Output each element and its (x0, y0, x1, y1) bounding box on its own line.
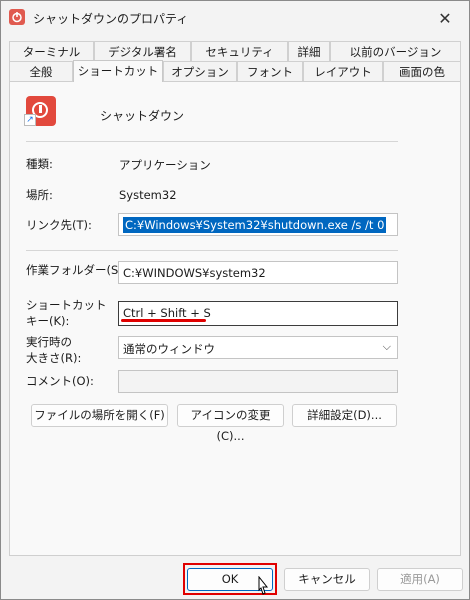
tab-security[interactable]: セキュリティ (191, 41, 288, 61)
type-value: アプリケーション (119, 158, 211, 172)
close-icon: ✕ (438, 8, 452, 28)
tab-terminal[interactable]: ターミナル (9, 41, 94, 61)
shutdown-app-icon (9, 9, 25, 25)
comment-input[interactable] (118, 370, 398, 393)
tab-shortcut[interactable]: ショートカット (73, 60, 163, 82)
divider (26, 141, 398, 142)
startin-input-value: C:¥WINDOWS¥system32 (123, 266, 266, 280)
mouse-pointer-icon (258, 576, 269, 595)
change-icon-button[interactable]: アイコンの変更(C)... (177, 404, 284, 443)
location-label: 場所: (26, 188, 53, 202)
cancel-button[interactable]: キャンセル (284, 568, 370, 591)
advanced-button[interactable]: 詳細設定(D)... (292, 404, 397, 427)
chevron-down-icon: ⌵ (382, 340, 391, 353)
tab-layout[interactable]: レイアウト (303, 61, 383, 81)
run-label-line1: 実行時の (26, 335, 72, 349)
type-label: 種類: (26, 157, 53, 171)
close-button[interactable]: ✕ (427, 5, 463, 31)
hotkey-label-line1: ショートカット (26, 298, 107, 312)
title-bar: シャットダウンのプロパティ ✕ (1, 1, 469, 35)
target-input[interactable]: C:¥Windows¥System32¥shutdown.exe /s /t 0 (118, 213, 398, 236)
tab-previous-versions[interactable]: 以前のバージョン (330, 41, 461, 61)
startin-input[interactable]: C:¥WINDOWS¥system32 (118, 261, 398, 284)
divider (26, 250, 398, 251)
apply-button[interactable]: 適用(A) (377, 568, 463, 591)
tab-digital-signature[interactable]: デジタル署名 (94, 41, 191, 61)
tab-general[interactable]: 全般 (9, 61, 73, 81)
run-select[interactable]: 通常のウィンドウ ⌵ (118, 336, 398, 359)
tab-colors[interactable]: 画面の色 (383, 61, 461, 81)
run-select-value: 通常のウィンドウ (123, 342, 215, 356)
shortcut-arrow-icon: ↗ (24, 114, 36, 126)
window-title: シャットダウンのプロパティ (33, 12, 189, 26)
location-value: System32 (119, 188, 177, 202)
hotkey-label-line2: キー(K): (26, 314, 70, 328)
startin-label: 作業フォルダー(S): (26, 263, 127, 277)
target-label: リンク先(T): (26, 218, 92, 232)
tab-font[interactable]: フォント (237, 61, 303, 81)
hotkey-input[interactable]: Ctrl + Shift + S (118, 301, 398, 326)
properties-dialog: シャットダウンのプロパティ ✕ ターミナル デジタル署名 セキュリティ 詳細 以… (0, 0, 470, 600)
run-label-line2: 大きさ(R): (26, 351, 82, 365)
open-file-location-button[interactable]: ファイルの場所を開く(F) (31, 404, 168, 427)
hotkey-input-value: Ctrl + Shift + S (123, 306, 211, 320)
annotation-underline (121, 319, 206, 322)
tab-details[interactable]: 詳細 (288, 41, 330, 61)
comment-label: コメント(O): (26, 374, 94, 388)
tab-options[interactable]: オプション (163, 61, 237, 81)
shortcut-name: シャットダウン (100, 109, 185, 123)
target-input-value: C:¥Windows¥System32¥shutdown.exe /s /t 0 (123, 217, 387, 233)
